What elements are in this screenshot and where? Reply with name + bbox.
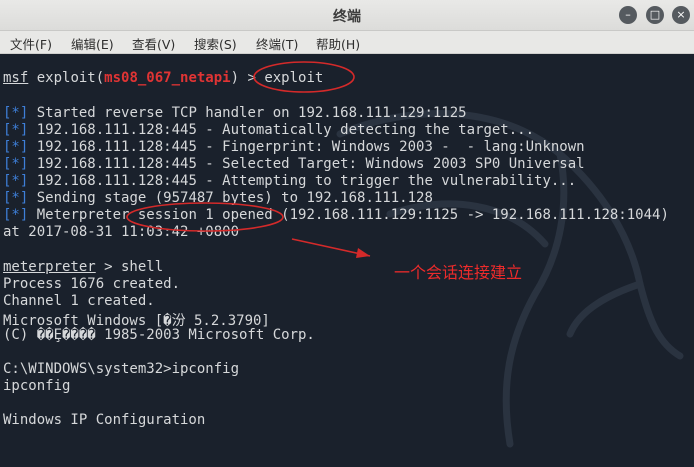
annotation-arrow-head (356, 248, 370, 258)
exploit-highlight-ellipse (253, 61, 355, 93)
session-highlight-ellipse (126, 202, 284, 232)
terminal-window: 终端 – □ × 文件(F) 编辑(E) 查看(V) 搜索(S) 终端(T) 帮… (0, 0, 694, 467)
annotation-label: 一个会话连接建立 (394, 263, 523, 282)
annotation-overlay (126, 61, 371, 258)
